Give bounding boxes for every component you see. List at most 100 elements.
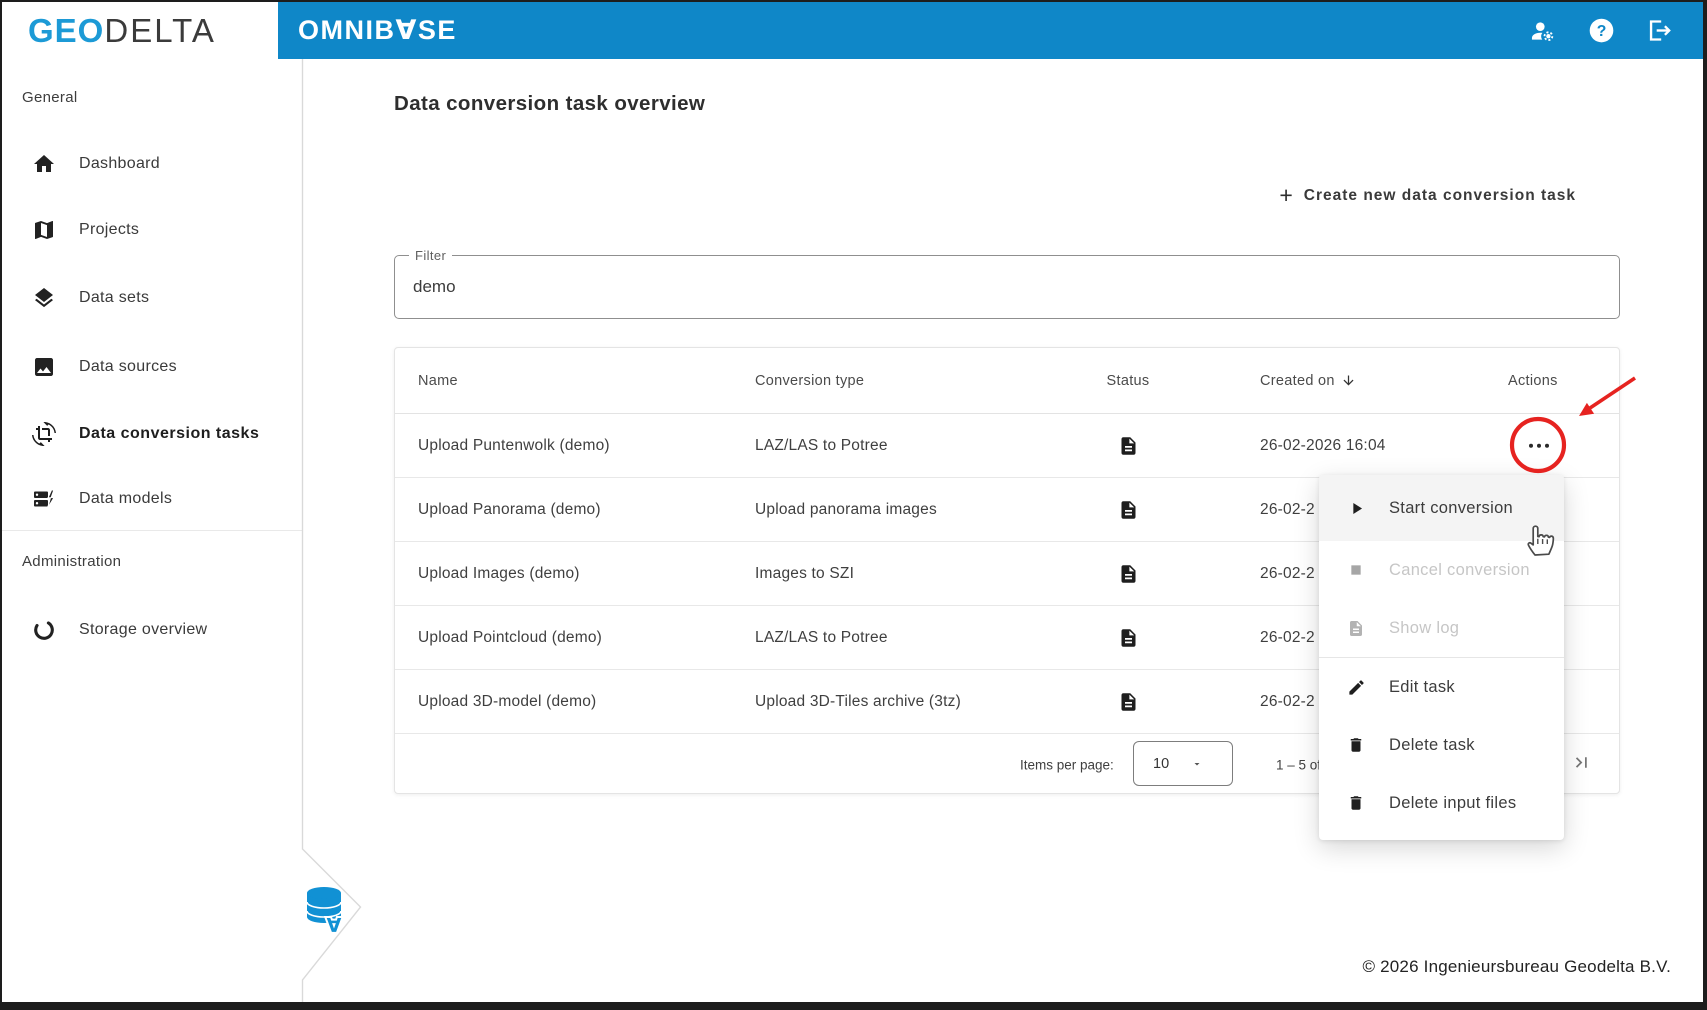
home-icon [34,155,54,172]
menu-item-label: Show log [1389,618,1460,637]
conversion-type-cell: LAZ/LAS to Potree [755,628,888,646]
sidebar-item-label: Data models [79,490,173,507]
sidebar-item-data-sets[interactable]: Data sets [2,278,302,318]
items-per-page-select[interactable]: 10 [1133,741,1233,786]
sidebar-item-label: Dashboard [79,155,160,172]
sidebar-item-label: Storage overview [79,621,208,638]
sidebar-nav: General Dashboard Projects Data sets Dat… [2,59,302,1002]
filter-input[interactable]: Filter demo [394,248,1620,319]
database-icon: ∀ [306,887,344,939]
created-on-cell: 26-02-2 [1260,628,1315,646]
crop-rotate-icon [32,422,56,446]
menu-item-show-log: Show log [1319,599,1564,657]
svg-text:∀: ∀ [327,916,342,937]
task-name-cell: Upload Pointcloud (demo) [418,628,603,646]
menu-item-label: Delete input files [1389,793,1517,812]
menu-item-edit-task[interactable]: Edit task [1319,658,1564,716]
filter-field-label: Filter [409,248,453,263]
logo-delta-text: DELTA [104,11,216,49]
menu-item-start-conversion[interactable]: Start conversion [1319,475,1564,541]
row-actions-menu-button[interactable] [1525,435,1554,456]
app-window: OMNIB∀SE ? GEO DELTA General Dashboard P… [0,0,1707,1010]
page-title: Data conversion task overview [394,92,706,115]
sidebar-item-label: Data conversion tasks [79,425,260,442]
menu-item-label: Start conversion [1389,498,1514,517]
menu-item-label: Cancel conversion [1389,560,1530,579]
created-on-label: Created on [1260,372,1335,389]
menu-item-cancel-conversion: Cancel conversion [1319,541,1564,599]
document-status-icon [1121,500,1135,519]
sidebar-section-administration: Administration [22,553,122,570]
menu-item-delete-task[interactable]: Delete task [1319,716,1564,774]
sidebar-item-dashboard[interactable]: Dashboard [2,144,302,184]
sidebar-item-label: Data sets [79,289,150,306]
layers-icon [35,288,53,308]
table-header-row: Name Conversion type Status Created on A… [395,348,1619,414]
pencil-icon [1345,678,1367,697]
task-name-cell: Upload 3D-model (demo) [418,692,597,710]
image-icon [35,358,53,376]
logo-geo-text: GEO [28,11,105,49]
sidebar-divider [2,530,302,531]
conversion-type-cell: LAZ/LAS to Potree [755,436,888,454]
task-name-cell: Upload Panorama (demo) [418,500,601,518]
sidebar-section-general: General [22,89,78,106]
status-cell [1105,625,1151,650]
sidebar-item-projects[interactable]: Projects [2,210,302,250]
trash-icon [1345,793,1367,813]
top-header-bar: OMNIB∀SE ? GEO DELTA [2,2,1703,59]
create-new-task-label: Create new data conversion task [1303,186,1576,204]
created-on-cell: 26-02-2 [1260,500,1315,518]
document-status-icon [1121,436,1135,455]
menu-item-delete-input-files[interactable]: Delete input files [1319,774,1564,832]
help-icon[interactable]: ? [1588,17,1615,44]
data-models-icon [34,489,55,509]
sidebar-item-label: Data sources [79,358,177,375]
document-status-icon [1121,692,1135,711]
log-document-icon [1345,618,1367,639]
sidebar-item-data-sources[interactable]: Data sources [2,347,302,387]
status-cell [1105,689,1151,714]
actions-cell [1519,435,1559,456]
svg-text:?: ? [1597,23,1607,40]
conversion-type-cell: Images to SZI [755,564,855,582]
created-on-cell: 26-02-2026 16:04 [1260,436,1386,454]
column-header-conversion-type[interactable]: Conversion type [755,373,864,389]
caret-down-icon [1194,762,1200,765]
app-logo-omnibase: OMNIB∀SE [298,15,457,45]
filter-field-value: demo [413,277,456,296]
task-name-cell: Upload Puntenwolk (demo) [418,436,610,454]
sidebar-item-label: Projects [79,221,140,238]
document-status-icon [1121,564,1135,583]
user-settings-icon[interactable] [1529,18,1557,44]
menu-item-label: Edit task [1389,677,1455,696]
sidebar-item-data-models[interactable]: Data models [2,479,302,519]
conversion-type-cell: Upload 3D-Tiles archive (3tz) [755,692,961,710]
copyright-footer: © 2026 Ingenieursbureau Geodelta B.V. [1362,957,1671,976]
trash-icon [1345,735,1367,755]
items-per-page-label: Items per page: [1020,757,1114,772]
column-header-actions: Actions [1508,372,1558,389]
map-icon [35,221,53,239]
sort-descending-icon [1343,375,1354,386]
last-page-button[interactable] [1571,752,1592,778]
column-header-name[interactable]: Name [418,373,458,389]
plus-icon: + [1279,182,1293,208]
created-on-cell: 26-02-2 [1260,692,1315,710]
created-on-cell: 26-02-2 [1260,564,1315,582]
sidebar-item-storage-overview[interactable]: Storage overview [2,610,302,650]
status-cell [1105,497,1151,522]
items-per-page-value: 10 [1153,755,1170,772]
play-icon [1345,499,1367,518]
document-status-icon [1121,628,1135,647]
column-header-created-on[interactable]: Created on [1260,373,1356,389]
create-new-task-button[interactable]: + Create new data conversion task [1279,184,1576,207]
sidebar-item-data-conversion-tasks[interactable]: Data conversion tasks [2,414,302,454]
company-logo-geodelta: GEO DELTA [2,2,278,59]
logout-icon[interactable] [1646,17,1673,44]
row-actions-context-menu: Start conversion Cancel conversion Show … [1319,475,1564,840]
header-actions: ? [1529,2,1673,59]
column-header-status[interactable]: Status [1105,373,1151,389]
table-row: Upload Puntenwolk (demo) LAZ/LAS to Potr… [395,414,1619,478]
status-cell [1105,561,1151,586]
